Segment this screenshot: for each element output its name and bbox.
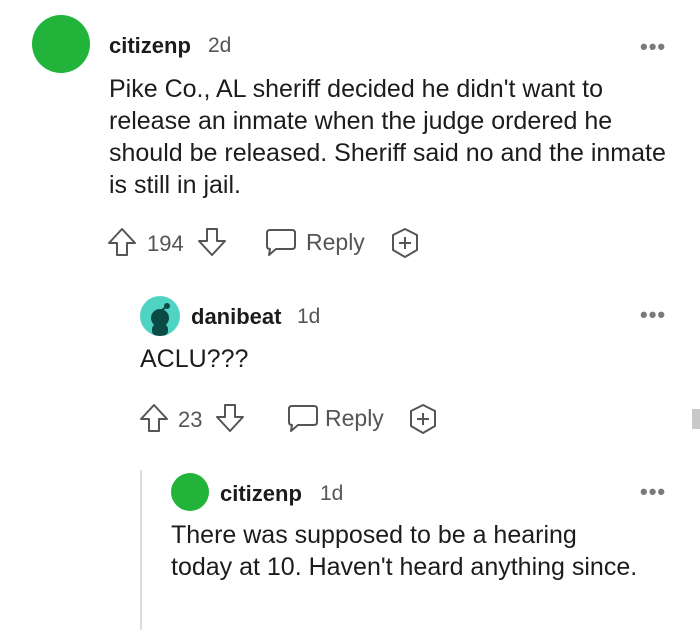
downvote-arrow-icon[interactable] bbox=[214, 402, 246, 434]
user-avatar[interactable] bbox=[32, 15, 90, 73]
comment-username[interactable]: citizenp bbox=[109, 33, 191, 59]
comment-body: There was supposed to be a hearing today… bbox=[171, 521, 638, 581]
add-award-icon[interactable] bbox=[406, 402, 440, 436]
downvote-arrow-icon[interactable] bbox=[196, 226, 228, 258]
scrollbar-thumb[interactable] bbox=[692, 409, 700, 429]
comment-timestamp: 1d bbox=[320, 482, 344, 505]
reply-label: Reply bbox=[325, 405, 384, 431]
comment-username[interactable]: danibeat bbox=[191, 304, 281, 330]
reply-label: Reply bbox=[306, 229, 365, 255]
comment-timestamp: 1d bbox=[297, 305, 321, 328]
snoo-avatar-icon bbox=[151, 303, 170, 336]
upvote-arrow-icon[interactable] bbox=[138, 402, 170, 434]
action-bar: 194 Reply bbox=[106, 225, 436, 259]
more-options-icon[interactable]: ••• bbox=[640, 302, 666, 328]
comment-body: ACLU??? bbox=[140, 345, 249, 373]
comment-timestamp: 2d bbox=[208, 34, 232, 57]
action-bar: 23 Reply bbox=[138, 401, 448, 435]
comment-username[interactable]: citizenp bbox=[220, 481, 302, 507]
thread-line[interactable] bbox=[140, 470, 142, 630]
more-options-icon[interactable]: ••• bbox=[640, 34, 666, 60]
speech-bubble-icon bbox=[264, 227, 298, 257]
upvote-arrow-icon[interactable] bbox=[106, 226, 138, 258]
speech-bubble-icon bbox=[286, 403, 320, 433]
reply-button[interactable]: Reply bbox=[286, 401, 396, 435]
comment-body: Pike Co., AL sheriff decided he didn't w… bbox=[109, 75, 666, 199]
vote-count: 194 bbox=[147, 231, 184, 256]
user-avatar[interactable] bbox=[171, 473, 209, 511]
vote-count: 23 bbox=[178, 407, 203, 432]
add-award-icon[interactable] bbox=[388, 226, 422, 260]
reply-button[interactable]: Reply bbox=[264, 225, 374, 259]
more-options-icon[interactable]: ••• bbox=[640, 479, 666, 505]
user-avatar[interactable] bbox=[140, 296, 180, 336]
